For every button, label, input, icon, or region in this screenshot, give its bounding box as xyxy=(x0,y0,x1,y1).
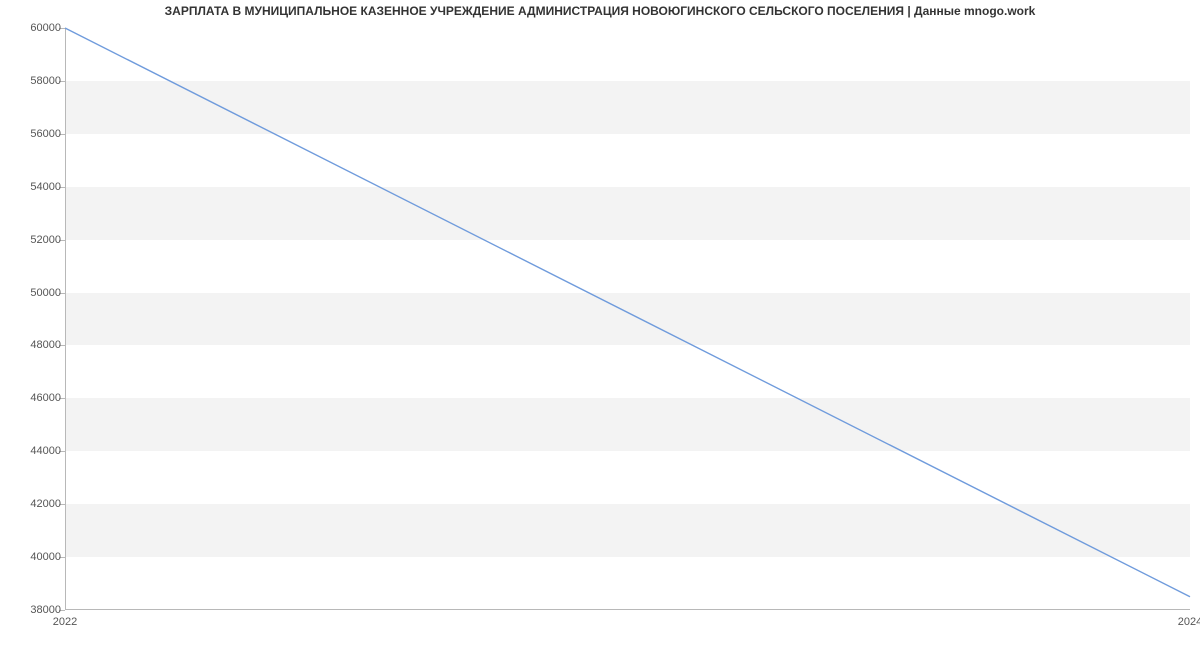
y-tick xyxy=(59,187,65,188)
x-tick-label: 2022 xyxy=(53,616,77,628)
series-salary xyxy=(65,28,1190,597)
y-tick-label: 58000 xyxy=(3,75,61,87)
y-tick xyxy=(59,398,65,399)
y-tick xyxy=(59,451,65,452)
y-tick xyxy=(59,345,65,346)
y-tick xyxy=(59,240,65,241)
y-tick xyxy=(59,504,65,505)
y-tick-label: 50000 xyxy=(3,287,61,299)
line-chart: ЗАРПЛАТА В МУНИЦИПАЛЬНОЕ КАЗЕННОЕ УЧРЕЖД… xyxy=(0,0,1200,650)
chart-title: ЗАРПЛАТА В МУНИЦИПАЛЬНОЕ КАЗЕННОЕ УЧРЕЖД… xyxy=(0,4,1200,18)
y-tick-label: 60000 xyxy=(3,22,61,34)
y-tick-label: 52000 xyxy=(3,234,61,246)
y-tick-label: 42000 xyxy=(3,498,61,510)
y-tick-label: 54000 xyxy=(3,181,61,193)
y-tick xyxy=(59,28,65,29)
y-tick-label: 44000 xyxy=(3,445,61,457)
y-tick-label: 48000 xyxy=(3,339,61,351)
y-tick xyxy=(59,134,65,135)
series-layer xyxy=(65,28,1190,610)
y-tick xyxy=(59,610,65,611)
y-tick xyxy=(59,293,65,294)
y-tick-label: 46000 xyxy=(3,392,61,404)
y-tick xyxy=(59,81,65,82)
y-tick-label: 40000 xyxy=(3,551,61,563)
plot-area xyxy=(65,28,1190,610)
y-tick xyxy=(59,557,65,558)
y-tick-label: 38000 xyxy=(3,604,61,616)
x-tick-label: 2024 xyxy=(1178,616,1200,628)
y-tick-label: 56000 xyxy=(3,128,61,140)
